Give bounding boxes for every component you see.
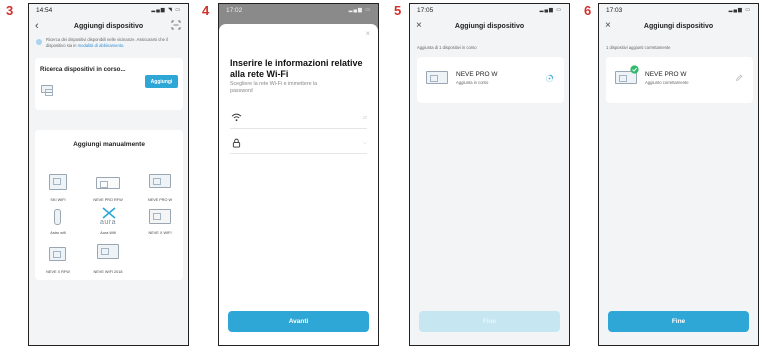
device-astro-wifi-image[interactable] (54, 209, 61, 225)
status-time: 17:02 (226, 6, 243, 14)
page-title: Aggiungi dispositivo (73, 22, 144, 30)
pairing-mode-link[interactable]: modalità di abbinamento. (78, 43, 125, 48)
status-bar: 17:05 ▂▄▆ ▭ (410, 4, 569, 16)
device-neve-x-rfw-label[interactable]: NEVE X RFW (41, 270, 75, 274)
device-neve-x-rfw-image[interactable] (49, 247, 66, 261)
device-neve-pro-w-image[interactable] (149, 174, 171, 188)
device-neve-pro-w-label[interactable]: NEVE PRO W (143, 198, 177, 202)
back-chevron-icon[interactable]: ‹ (35, 18, 39, 34)
navbar: ‹ Aggiungi dispositivo (29, 16, 188, 36)
manual-add-card: Aggiungi manualmente SKI WIFI NEVE PRO R… (35, 130, 183, 280)
bluetooth-icon (36, 39, 42, 45)
wifi-subheading: Scegliere la rete Wi-Fi e immettere la p… (230, 81, 318, 94)
device-status: Aggiunto correttamente (645, 80, 689, 85)
page-title: Aggiungi dispositivo (643, 22, 714, 30)
navbar: × Aggiungi dispositivo (599, 16, 758, 36)
wifi-sheet: × Inserire le informazioni relative alla… (219, 24, 378, 345)
status-bar: 14:54 ▂▄▆ ◥ ▭ (29, 4, 188, 16)
device-ski-wifi-image[interactable] (49, 174, 67, 190)
screen-device-added: 17:03 ▂▄▆ ▭ × Aggiungi dispositivo 1 dis… (598, 3, 759, 346)
done-button-disabled[interactable]: Fine (419, 311, 560, 332)
adding-device-card: NEVE PRO W Aggiunta in corso (417, 57, 564, 103)
device-neve-wifi-2018-label[interactable]: NEVE WIFI 2018 (91, 270, 125, 274)
status-bar: 17:03 ▂▄▆ ▭ (599, 4, 758, 16)
search-info-text: Ricerca dei dispositivi disponibili nell… (46, 37, 178, 48)
screen-adding-device: 17:05 ▂▄▆ ▭ × Aggiungi dispositivo Aggiu… (409, 3, 570, 346)
status-time: 17:05 (417, 6, 434, 14)
device-neve-x-wifi-label[interactable]: NEVE X WIFI (143, 231, 177, 235)
step-number-5: 5 (394, 3, 402, 18)
searching-card: Ricerca dispositivi in corso... Aggiungi (35, 58, 183, 110)
scan-icon[interactable] (171, 20, 181, 30)
added-device-card: NEVE PRO W Aggiunto correttamente (606, 57, 753, 103)
searching-label: Ricerca dispositivi in corso... (40, 66, 126, 73)
system-icons: ▂▄▆ ◥ ▭ (151, 7, 181, 13)
screen-add-device-search: 14:54 ▂▄▆ ◥ ▭ ‹ Aggiungi dispositivo Ric… (28, 3, 189, 346)
system-icons: ▂▄▆ ▭ (348, 7, 371, 13)
device-ski-wifi-label[interactable]: SKI WIFI (41, 198, 75, 202)
success-check-icon (630, 65, 639, 74)
device-status: Aggiunta in corso (456, 80, 489, 85)
device-neve-pro-rfw-image[interactable] (96, 177, 120, 189)
status-time: 17:03 (606, 6, 623, 14)
add-found-device-button[interactable]: Aggiungi (145, 75, 178, 88)
next-button[interactable]: Avanti (228, 311, 369, 332)
status-time: 14:54 (36, 6, 53, 14)
device-aura-wifi-label[interactable]: Aura Wifi (91, 231, 125, 235)
system-icons: ▂▄▆ ▭ (539, 7, 562, 13)
device-astro-wifi-label[interactable]: Astro wifi (41, 231, 75, 235)
added-status-text: 1 dispositivi aggiunti correttamente (606, 45, 671, 50)
device-name: NEVE PRO W (456, 71, 498, 78)
aura-wordmark: aura (99, 219, 116, 226)
edit-pencil-icon[interactable] (735, 74, 743, 82)
wifi-heading: Inserire le informazioni relative alla r… (230, 58, 363, 79)
close-icon[interactable]: × (365, 29, 370, 38)
wifi-field-divider (230, 128, 367, 129)
page-title: Aggiungi dispositivo (454, 22, 525, 30)
device-neve-x-wifi-image[interactable] (149, 209, 171, 224)
navbar: × Aggiungi dispositivo (410, 16, 569, 36)
manual-add-title: Aggiungi manualmente (73, 141, 145, 148)
loading-spinner-icon (545, 74, 554, 83)
device-neve-wifi-2018-image[interactable] (97, 244, 119, 259)
device-name: NEVE PRO W (645, 71, 687, 78)
password-field-divider (230, 153, 367, 154)
close-icon[interactable]: × (416, 18, 422, 34)
wifi-network-input[interactable] (249, 113, 359, 123)
system-icons: ▂▄▆ ▭ (728, 7, 751, 13)
device-thumbnail (426, 71, 448, 84)
found-device-thumbnail (41, 85, 53, 96)
show-password-icon[interactable]: ◡ (363, 139, 367, 145)
step-number-6: 6 (584, 3, 592, 18)
password-input[interactable] (249, 138, 359, 148)
step-number-4: 4 (202, 3, 210, 18)
lock-icon (232, 138, 241, 148)
step-number-3: 3 (6, 3, 14, 18)
adding-status-text: Aggiunta di 1 dispositivi in corso (417, 45, 477, 50)
screen-wifi-info: 17:02 ▂▄▆ ▭ × Inserire le informazioni r… (218, 3, 379, 346)
device-neve-pro-rfw-label[interactable]: NEVE PRO RFW (91, 198, 125, 202)
status-bar: 17:02 ▂▄▆ ▭ (219, 4, 378, 16)
done-button[interactable]: Fine (608, 311, 749, 332)
wifi-icon (231, 113, 242, 122)
close-icon[interactable]: × (605, 18, 611, 34)
wifi-switch-icon[interactable]: ⇄ (363, 115, 367, 121)
